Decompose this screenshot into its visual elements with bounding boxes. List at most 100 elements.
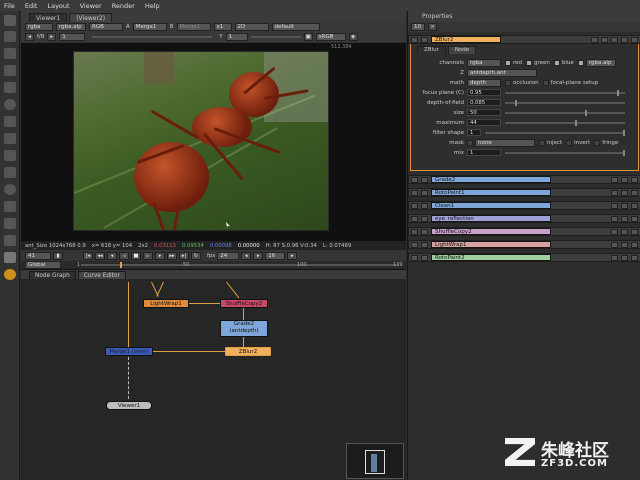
current-frame-field[interactable]: 41 xyxy=(25,251,51,260)
time-tool-icon[interactable] xyxy=(4,48,16,59)
panel-name-field[interactable]: ShuffleCopy2 xyxy=(431,228,551,235)
close-icon[interactable] xyxy=(631,202,638,209)
panel-name-field[interactable]: RotoPaint2 xyxy=(431,254,551,261)
panel-name-field[interactable]: Grade2 xyxy=(431,176,551,183)
panel-name-field[interactable]: eye_reflection xyxy=(431,215,551,222)
menu-layout[interactable]: Layout xyxy=(47,2,69,10)
undo-icon[interactable] xyxy=(621,228,628,235)
focus-plane-field[interactable]: 0.95 xyxy=(467,89,501,96)
b-input-dropdown[interactable]: Merge1 xyxy=(176,23,211,31)
float-icon[interactable] xyxy=(621,36,628,43)
menu-help[interactable]: Help xyxy=(145,2,160,10)
view-icon[interactable] xyxy=(421,202,428,209)
panel-name-field[interactable]: LightWrap1 xyxy=(431,241,551,248)
lut2-dropdown[interactable]: sRGB xyxy=(315,33,346,41)
tab-node[interactable]: Node xyxy=(447,46,477,54)
fps-field[interactable]: 24 xyxy=(217,251,240,260)
prev-keyframe-icon[interactable]: ◂◂ xyxy=(95,251,105,260)
alpha-checkbox[interactable] xyxy=(577,59,584,66)
invert-checkbox[interactable] xyxy=(566,139,573,146)
fringe-checkbox[interactable] xyxy=(594,139,601,146)
roi-icon[interactable]: ▣ xyxy=(303,33,313,41)
close-icon[interactable] xyxy=(631,176,638,183)
views-tool-icon[interactable] xyxy=(4,184,16,195)
next-frame-icon[interactable]: ▹ xyxy=(143,251,153,260)
other-tool-icon[interactable] xyxy=(4,218,16,229)
next-keyframe-icon[interactable]: ▸▸ xyxy=(167,251,177,260)
menu-edit[interactable]: Edit xyxy=(25,2,38,10)
depth-of-field-field[interactable]: 0.085 xyxy=(467,99,501,106)
panel-header-grade2[interactable]: Grade2 xyxy=(408,175,640,184)
panel-header-clean1[interactable]: Clean1 xyxy=(408,201,640,210)
menu-render[interactable]: Render xyxy=(112,2,135,10)
playhead[interactable] xyxy=(120,262,122,268)
display-dropdown[interactable]: RGB xyxy=(89,23,123,31)
increment-field[interactable]: 16 xyxy=(265,251,286,260)
view-icon[interactable] xyxy=(421,36,428,43)
panel-header-rotopaint2[interactable]: RotoPaint2 xyxy=(408,253,640,262)
panel-header-zblur2[interactable]: ZBlur2 xyxy=(408,35,640,44)
size-field[interactable]: 50 xyxy=(467,109,501,116)
settings-tool-icon[interactable] xyxy=(4,252,16,263)
channels-select[interactable]: rgba xyxy=(467,58,501,67)
transform-tool-icon[interactable] xyxy=(4,150,16,161)
color-icon[interactable] xyxy=(591,36,598,43)
view-icon[interactable] xyxy=(421,228,428,235)
green-checkbox[interactable] xyxy=(526,59,533,66)
timeline-scope-dropdown[interactable]: Global xyxy=(25,261,61,269)
panel-header-shufflecopy2[interactable]: ShuffleCopy2 xyxy=(408,227,640,236)
play-forward-icon[interactable]: ▸ xyxy=(155,251,165,260)
3d-tool-icon[interactable] xyxy=(4,167,16,178)
gain-icon[interactable]: ▸ xyxy=(47,33,57,41)
filter-tool-icon[interactable] xyxy=(4,99,16,110)
filter-shape-field[interactable]: 1 xyxy=(467,129,481,136)
node-shufflecopy2[interactable]: ShuffleCopy2 xyxy=(220,299,268,308)
blue-checkbox[interactable] xyxy=(553,59,560,66)
view-icon[interactable] xyxy=(421,189,428,196)
maximum-field[interactable]: 44 xyxy=(467,119,501,126)
view-icon[interactable] xyxy=(421,241,428,248)
tab-zblur[interactable]: ZBlur xyxy=(417,46,446,54)
lut-dropdown[interactable]: default xyxy=(271,23,320,31)
channel-tool-icon[interactable] xyxy=(4,65,16,76)
node-zblur2[interactable]: ZBlur2 xyxy=(225,347,271,356)
close-icon[interactable] xyxy=(631,215,638,222)
clear-panels-icon[interactable]: ⨯ xyxy=(428,23,437,31)
menu-file[interactable]: File xyxy=(4,2,15,10)
last-frame-icon[interactable]: ▸| xyxy=(179,251,189,260)
color-icon[interactable] xyxy=(611,189,618,196)
color-icon[interactable] xyxy=(611,254,618,261)
undo-icon[interactable] xyxy=(621,189,628,196)
merge-tool-icon[interactable] xyxy=(4,133,16,144)
occlusion-checkbox[interactable] xyxy=(505,79,511,86)
node-viewer1[interactable]: Viewer1 xyxy=(106,401,152,410)
tab-node-graph[interactable]: Node Graph xyxy=(29,271,76,279)
view-icon[interactable] xyxy=(421,254,428,261)
panel-name-field[interactable]: Clean1 xyxy=(431,202,551,209)
menu-viewer[interactable]: Viewer xyxy=(80,2,102,10)
viewer-canvas[interactable]: 512,384 xyxy=(21,43,406,241)
view-icon[interactable] xyxy=(421,176,428,183)
range-out-icon[interactable]: ▸ xyxy=(287,251,298,260)
nuke-logo-icon[interactable] xyxy=(4,269,16,280)
filter-shape-slider[interactable] xyxy=(485,129,625,136)
node-lightwrap1[interactable]: LightWrap1 xyxy=(143,299,189,308)
gain-slider[interactable] xyxy=(92,36,213,38)
collapse-icon[interactable] xyxy=(411,254,418,261)
timeline-track[interactable] xyxy=(81,264,399,266)
undo-icon[interactable] xyxy=(621,241,628,248)
color-icon[interactable] xyxy=(611,215,618,222)
focus-plane-slider[interactable] xyxy=(505,89,625,96)
size-slider[interactable] xyxy=(505,109,625,116)
alpha-select[interactable]: rgba.alp xyxy=(585,58,616,67)
close-icon[interactable] xyxy=(631,241,638,248)
depth-of-field-slider[interactable] xyxy=(505,99,625,106)
math-select[interactable]: depth xyxy=(467,78,501,87)
furnace-tool-icon[interactable] xyxy=(4,235,16,246)
skip-forward-icon[interactable]: ▸ xyxy=(253,251,264,260)
mask-select[interactable]: none xyxy=(475,138,535,147)
a-input-dropdown[interactable]: Merge1 xyxy=(132,23,167,31)
mask-checkbox[interactable] xyxy=(467,139,473,146)
keyer-tool-icon[interactable] xyxy=(4,116,16,127)
alpha-dropdown[interactable]: rgba.alp xyxy=(56,23,86,31)
